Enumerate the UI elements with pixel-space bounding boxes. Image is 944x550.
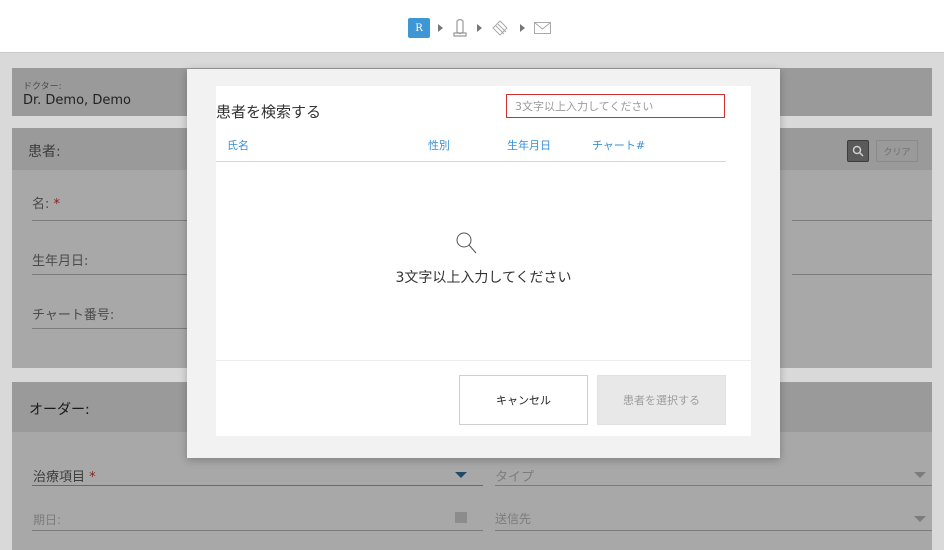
ship-to-underline (495, 530, 932, 531)
gender-field-underline (792, 274, 932, 275)
view-step-icon[interactable] (490, 18, 512, 38)
type-field-underline (495, 485, 932, 486)
patient-section-title: 患者: (28, 144, 61, 160)
type-field-label: タイプ (495, 470, 535, 485)
wizard-steps: R (408, 17, 553, 39)
doctor-label: ドクター: (23, 82, 62, 92)
due-date-label: 期日: (33, 513, 62, 527)
ship-to-dropdown-icon[interactable] (914, 516, 926, 522)
clear-button[interactable]: クリア (876, 140, 918, 162)
dialog-title: 患者を検索する (216, 103, 322, 121)
calendar-icon[interactable] (455, 512, 467, 523)
ship-to-label: 送信先 (495, 512, 532, 526)
step-arrow-icon (477, 24, 482, 32)
select-patient-button[interactable]: 患者を選択する (597, 375, 726, 425)
treatment-field-label: 治療項目 * (33, 470, 96, 485)
magnifier-icon (456, 232, 477, 254)
treatment-dropdown-icon[interactable] (455, 472, 467, 478)
search-icon (852, 145, 864, 157)
scan-step-icon[interactable] (451, 18, 469, 38)
column-header-dob[interactable]: 生年月日 (507, 137, 551, 153)
table-header-divider (216, 161, 726, 162)
rx-step-letter: R (415, 22, 423, 34)
step-arrow-icon (438, 24, 443, 32)
dob-field-underline (32, 274, 192, 275)
doctor-value: Dr. Demo, Demo (23, 93, 131, 108)
cancel-button[interactable]: キャンセル (459, 375, 588, 425)
due-date-underline (32, 530, 483, 531)
patient-search-button[interactable] (847, 140, 869, 162)
order-section-title: オーダー: (29, 402, 90, 418)
column-header-chart[interactable]: チャート# (592, 137, 645, 153)
chart-field-label: チャート番号: (32, 308, 115, 323)
type-dropdown-icon[interactable] (914, 472, 926, 478)
empty-state-message: 3文字以上入力してください (395, 270, 572, 286)
step-arrow-icon (520, 24, 525, 32)
name-field-label: 名: * (32, 197, 61, 212)
chart-field-underline (32, 328, 192, 329)
treatment-field-underline (32, 485, 483, 486)
footer-divider (216, 360, 751, 361)
column-header-gender[interactable]: 性別 (428, 137, 450, 153)
rx-step-icon[interactable]: R (408, 18, 430, 38)
dob-field-label: 生年月日: (32, 254, 89, 269)
patient-search-input[interactable] (506, 94, 725, 118)
top-bar: R (0, 0, 944, 53)
patient-search-dialog: 患者を検索する 氏名 性別 生年月日 チャート# 3文字以上入力してください キ… (187, 69, 780, 458)
lastname-field-underline (792, 220, 932, 221)
name-field-underline (32, 220, 192, 221)
send-step-icon[interactable] (533, 20, 553, 36)
column-header-name[interactable]: 氏名 (227, 137, 249, 153)
